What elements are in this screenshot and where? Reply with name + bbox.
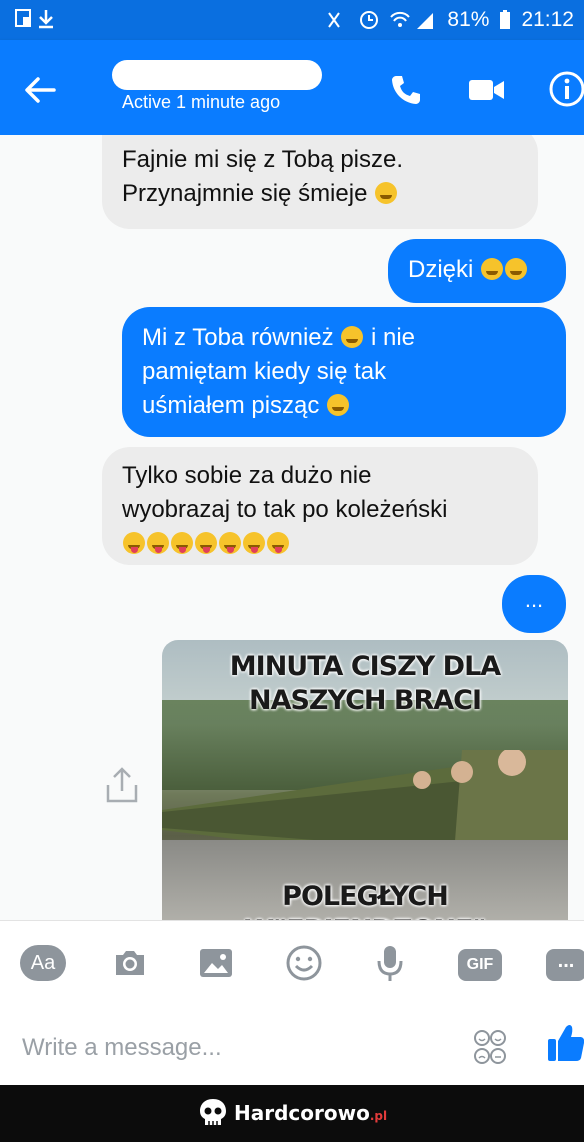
tongue-face-emoji — [219, 532, 241, 554]
status-bar: 81% 21:12 — [0, 0, 584, 40]
tongue-face-emoji — [123, 532, 145, 554]
image-icon[interactable] — [196, 943, 236, 983]
message-input[interactable] — [20, 1027, 444, 1069]
message-bubble-incoming[interactable]: Tylko sobie za dużo nie wyobrazaj to tak… — [102, 447, 538, 565]
message-text: Tylko sobie za dużo nie wyobrazaj to tak… — [122, 462, 448, 523]
tongue-face-emoji — [171, 532, 193, 554]
conversation-header: Active 1 minute ago — [0, 40, 584, 135]
message-text-part: Mi z Toba również — [142, 324, 334, 351]
message-bubble-outgoing[interactable]: Dzięki — [388, 239, 566, 303]
message-text: Fajnie mi się z Tobą pisze. Przynajmnie … — [122, 146, 404, 207]
tongue-face-emoji — [267, 532, 289, 554]
message-bubble-incoming[interactable]: Fajnie mi się z Tobą pisze. Przynajmnie … — [102, 135, 538, 229]
back-arrow-icon[interactable] — [20, 70, 60, 110]
message-text: Dzięki — [408, 256, 474, 283]
more-options-button[interactable]: ... — [546, 949, 584, 981]
clock: 21:12 — [521, 8, 574, 31]
grinning-face-emoji — [375, 182, 398, 204]
message-bubble-outgoing[interactable]: ... — [502, 575, 566, 633]
watermark-footer: Hardcorowo.pl — [0, 1085, 584, 1142]
slightly-smiling-face-emoji — [341, 326, 364, 348]
smiling-face-emoji — [505, 258, 528, 280]
watermark-text: Hardcorowo.pl — [234, 1101, 387, 1125]
text-style-button[interactable]: Aa — [20, 945, 66, 981]
sticker-icon[interactable] — [472, 1027, 508, 1067]
watermark-brand: Hardcorowo — [234, 1101, 370, 1125]
microphone-icon[interactable] — [372, 943, 408, 983]
meme-bottom-caption: POLEGŁYCH W"FRIENDZONE" — [244, 881, 486, 920]
message-bubble-outgoing[interactable]: Mi z Toba również i nie pamiętam kiedy s… — [122, 307, 566, 437]
notification-icon — [15, 9, 53, 29]
skull-logo — [200, 1099, 226, 1125]
contact-name-redacted[interactable] — [112, 60, 322, 90]
phone-icon[interactable] — [388, 72, 424, 108]
active-status: Active 1 minute ago — [122, 92, 281, 112]
battery-icon — [500, 10, 511, 29]
message-list[interactable]: Fajnie mi się z Tobą pisze. Przynajmnie … — [0, 135, 584, 920]
share-icon[interactable] — [100, 763, 144, 807]
slightly-smiling-face-emoji — [327, 394, 350, 416]
tongue-face-emoji — [243, 532, 265, 554]
thumbs-up-icon[interactable] — [546, 1021, 584, 1065]
smiling-face-emoji — [481, 258, 504, 280]
gif-button[interactable]: GIF — [458, 949, 502, 981]
emoji-icon[interactable] — [284, 943, 324, 983]
tongue-face-emoji — [195, 532, 217, 554]
status-right: 81% 21:12 — [327, 8, 574, 32]
meme-image[interactable]: MINUTA CISZY DLA NASZYCH BRACI POLEGŁYCH… — [162, 640, 568, 920]
composer: Aa GIF ... — [0, 920, 584, 1086]
signal-icons — [328, 11, 434, 29]
watermark-suffix: .pl — [369, 1109, 388, 1123]
message-text: ... — [524, 587, 544, 612]
info-icon[interactable] — [548, 70, 584, 108]
tongue-face-emoji — [147, 532, 169, 554]
battery-percent: 81% — [447, 8, 490, 31]
meme-top-caption: MINUTA CISZY DLA NASZYCH BRACI — [229, 651, 501, 716]
notification-icons — [14, 8, 62, 30]
video-camera-icon[interactable] — [468, 76, 506, 104]
camera-icon[interactable] — [110, 943, 150, 983]
